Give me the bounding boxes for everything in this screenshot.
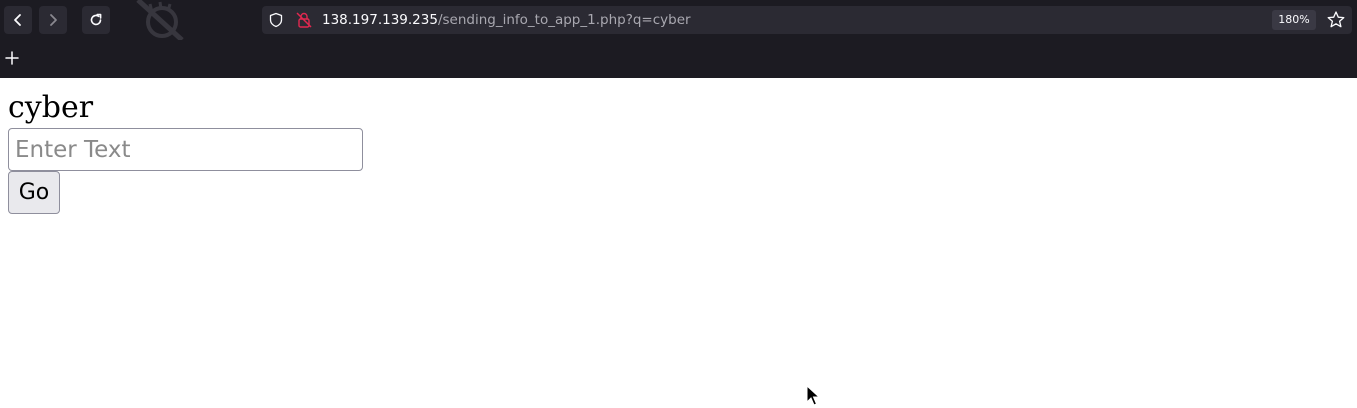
url-host: 138.197.139.235 [322,12,438,28]
go-button[interactable]: Go [8,171,60,214]
tab-strip [0,40,1357,78]
reload-button[interactable] [82,6,110,34]
decorative-logo-icon [136,0,184,40]
browser-toolbar: 138.197.139.235/sending_info_to_app_1.ph… [0,0,1357,78]
chevron-right-icon [50,14,57,26]
chevron-left-icon [14,14,21,26]
page-content: cyber Go [0,78,1357,408]
back-button[interactable] [4,6,32,34]
page-heading: cyber [8,90,94,125]
new-tab-button[interactable] [2,48,22,68]
lock-strikethrough-icon[interactable] [295,11,313,29]
reload-icon [90,13,102,26]
zoom-level-badge[interactable]: 180% [1272,10,1316,30]
shield-icon[interactable] [268,12,284,28]
url-text[interactable]: 138.197.139.235/sending_info_to_app_1.ph… [322,11,691,29]
mouse-pointer-icon [806,385,820,406]
plus-icon [5,51,19,65]
star-icon[interactable] [1326,10,1346,30]
forward-button[interactable] [39,6,67,34]
navigation-bar: 138.197.139.235/sending_info_to_app_1.ph… [0,0,1357,40]
url-path: /sending_info_to_app_1.php?q=cyber [437,12,691,28]
text-input[interactable] [8,128,363,171]
